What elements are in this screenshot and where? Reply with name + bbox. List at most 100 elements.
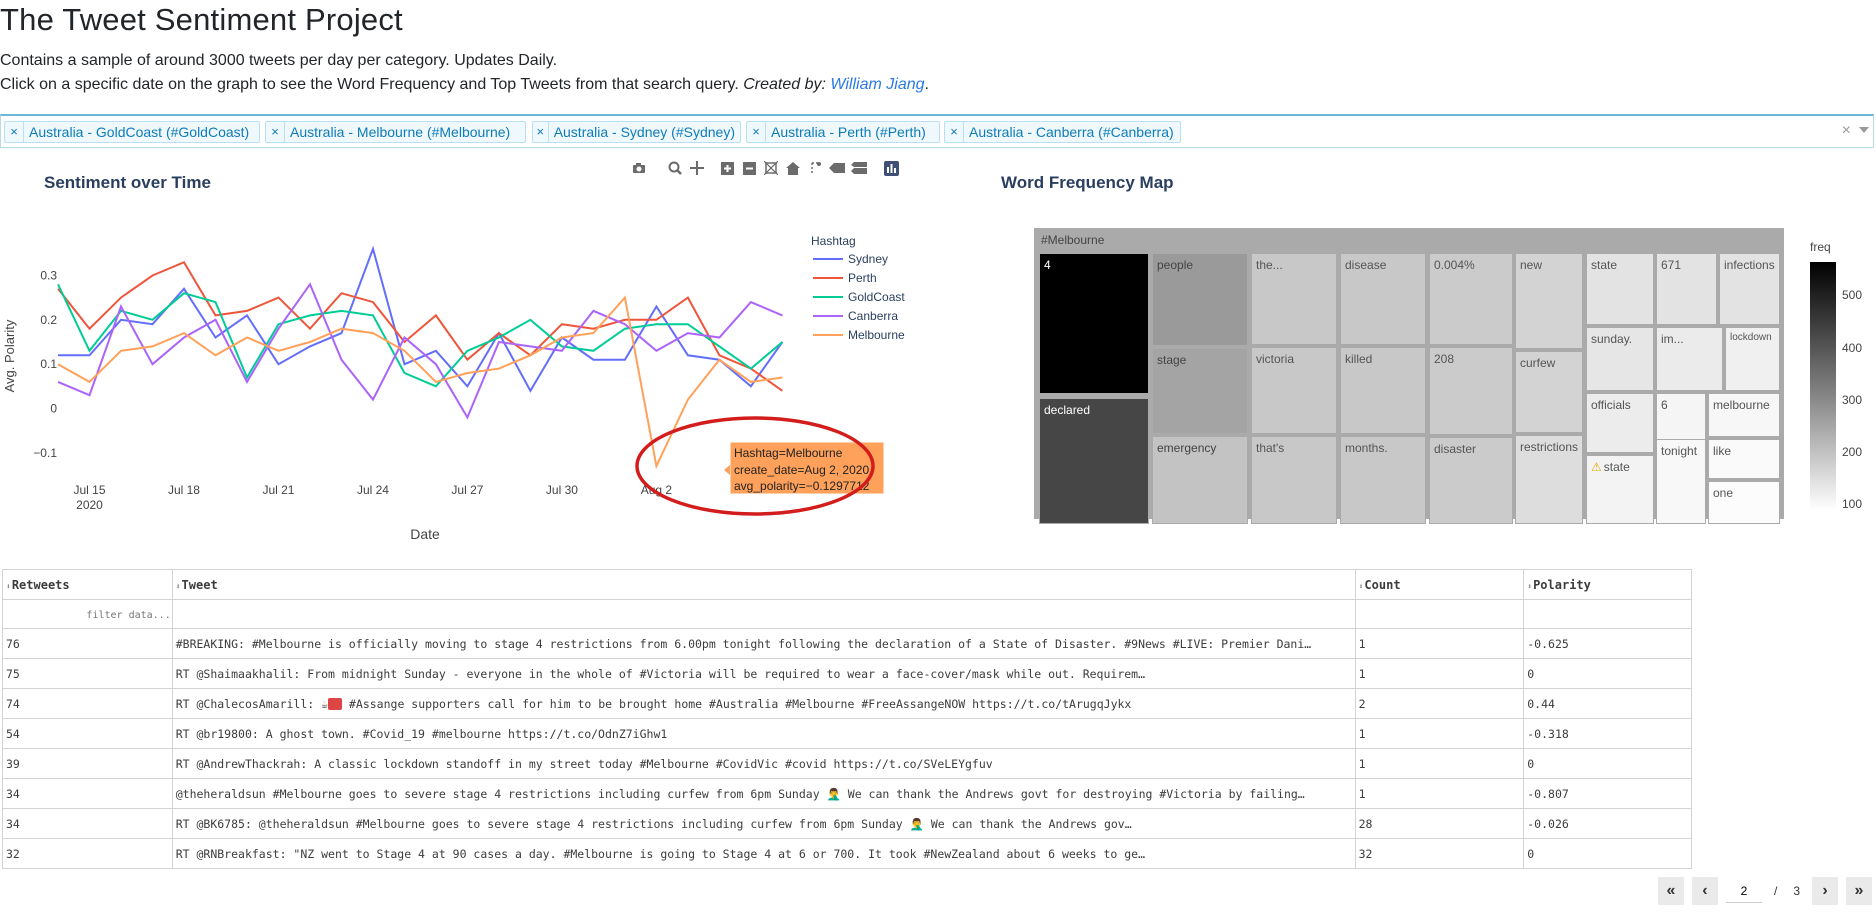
cell-polarity: -0.807 <box>1523 778 1692 809</box>
treemap-tile[interactable]: 4 <box>1039 253 1149 394</box>
sentiment-line-chart[interactable]: Avg. Polarity Date 0.3 0.2 0.1 0 −0.1 Jul 15… <box>0 200 960 620</box>
remove-tag-icon[interactable]: × <box>945 122 964 142</box>
spike-lines-icon[interactable] <box>804 158 826 178</box>
zoom-in-icon[interactable] <box>716 158 738 178</box>
treemap-tile[interactable]: sunday. <box>1586 327 1654 391</box>
header-polarity[interactable]: ⬍Polarity <box>1523 569 1692 600</box>
treemap-tile-label: 208 <box>1434 352 1455 366</box>
series-line-goldcoast[interactable] <box>57 283 784 388</box>
treemap-tile-label: restrictions <box>1520 440 1579 454</box>
series-line-canberra[interactable] <box>57 282 783 420</box>
hashtag-multiselect[interactable]: × Australia - GoldCoast (#GoldCoast) × Aus… <box>0 114 1874 148</box>
treemap-tile[interactable]: victoria <box>1251 347 1337 434</box>
sort-icon[interactable]: ⬍ <box>1359 582 1364 591</box>
treemap-tile-label: the... <box>1256 258 1283 272</box>
treemap-tile-label: disease <box>1345 258 1387 272</box>
dropdown-caret-icon[interactable] <box>1859 127 1869 133</box>
last-page-button[interactable]: » <box>1846 877 1872 905</box>
treemap-tile[interactable]: 208 <box>1429 347 1513 435</box>
table-row[interactable]: 32 RT @RNBreakfast: "NZ went to Stage 4 a… <box>2 838 1692 869</box>
treemap-tile[interactable]: infections <box>1719 253 1780 325</box>
series-line-melbourne[interactable] <box>57 295 783 470</box>
cell-count: 1 <box>1354 748 1525 779</box>
treemap-tile[interactable]: emergency <box>1152 436 1248 524</box>
treemap-tile[interactable]: ⚠ state <box>1586 455 1654 524</box>
sort-icon[interactable]: ⬍ <box>6 582 11 591</box>
treemap-tile-label: stage <box>1157 353 1187 367</box>
treemap-tile[interactable]: 671 <box>1656 253 1717 325</box>
header-count[interactable]: ⬍Count <box>1354 569 1525 600</box>
treemap-tile[interactable]: stage <box>1152 348 1248 434</box>
remove-tag-icon[interactable]: × <box>266 122 285 142</box>
treemap-tile[interactable]: months. <box>1340 436 1426 524</box>
treemap-tile[interactable]: 0.004% <box>1429 253 1513 345</box>
camera-icon[interactable] <box>628 158 650 178</box>
legend-item-goldcoast[interactable]: GoldCoast <box>848 290 905 304</box>
series-line-perth[interactable] <box>57 260 783 392</box>
table-row[interactable]: 74 RT @ChalecosAmarill: ☕ #Assange suppor… <box>2 688 1692 719</box>
remove-tag-icon[interactable]: × <box>533 122 549 142</box>
treemap-tile[interactable]: disaster <box>1429 437 1513 524</box>
filter-retweets-input[interactable] <box>6 608 172 622</box>
treemap-tile-label: 6 <box>1661 398 1668 412</box>
prev-page-button[interactable]: ‹ <box>1691 877 1718 905</box>
treemap-tile[interactable]: killed <box>1340 347 1426 434</box>
home-icon[interactable] <box>782 158 804 178</box>
treemap-tile[interactable]: disease <box>1340 253 1426 345</box>
treemap-tile[interactable]: im... <box>1656 327 1723 391</box>
plotly-logo-icon[interactable] <box>880 158 902 178</box>
page-separator: / <box>1773 884 1778 898</box>
treemap-tile[interactable]: lockdown <box>1725 327 1780 391</box>
first-page-button[interactable]: « <box>1657 877 1684 905</box>
table-row[interactable]: 34 @theheraldsun #Melbourne goes to sever… <box>2 778 1692 809</box>
legend-item-sydney[interactable]: Sydney <box>848 252 888 266</box>
current-page-input[interactable] <box>1725 879 1762 903</box>
header-tweet[interactable]: ⬍Tweet <box>171 569 1356 600</box>
table-row[interactable]: 76 #BREAKING: #Melbourne is officially mo… <box>2 628 1692 659</box>
next-page-button[interactable]: › <box>1812 877 1838 905</box>
treemap-tile[interactable]: like <box>1708 439 1780 479</box>
x-axis-label: Date <box>410 526 440 542</box>
hover-compare-icon[interactable] <box>848 158 870 178</box>
hover-closest-icon[interactable] <box>826 158 848 178</box>
zoom-out-icon[interactable] <box>738 158 760 178</box>
tooltip-line-2: create_date=Aug 2, 2020 <box>734 463 869 477</box>
treemap-tile[interactable]: melbourne <box>1708 393 1780 437</box>
remove-tag-icon[interactable]: × <box>747 122 766 142</box>
table-row[interactable]: 75 RT @Shaimaakhalil: From midnight Sunda… <box>2 658 1692 689</box>
table-row[interactable]: 34 RT @BK6785: @theheraldsun #Melbourne g… <box>2 808 1692 839</box>
legend-item-perth[interactable]: Perth <box>848 271 877 285</box>
author-link[interactable]: William Jiang <box>830 76 924 93</box>
table-header-row: ⬍Retweets ⬍Tweet ⬍Count ⬍Polarity <box>2 569 1692 600</box>
word-frequency-treemap[interactable]: #Melbourne 4 declared people stage emergency… <box>1034 228 1784 524</box>
treemap-tile-label: emergency <box>1157 441 1217 455</box>
table-row[interactable]: 54 RT @br19800: A ghost town. #Covid_19 #… <box>2 718 1692 749</box>
cell-retweets: 34 <box>2 778 173 809</box>
treemap-tile[interactable]: that's <box>1251 436 1337 524</box>
autoscale-icon[interactable] <box>760 158 782 178</box>
treemap-tile[interactable]: tonight <box>1656 439 1706 524</box>
colorbar-tick-label: 300 <box>1842 393 1863 407</box>
treemap-tile[interactable]: restrictions <box>1515 435 1583 524</box>
legend-item-canberra[interactable]: Canberra <box>848 309 898 323</box>
remove-tag-icon[interactable]: × <box>5 122 24 142</box>
table-row[interactable]: 39 RT @AndrewThackrah: A classic lockdown… <box>2 748 1692 779</box>
treemap-tile[interactable]: curfew <box>1515 351 1583 433</box>
treemap-tile[interactable]: the... <box>1251 253 1337 345</box>
cell-tweet: RT @RNBreakfast: "NZ went to Stage 4 at … <box>171 838 1356 869</box>
treemap-tile[interactable]: people <box>1152 253 1248 346</box>
treemap-tile-label: curfew <box>1520 356 1556 370</box>
clear-all-icon[interactable]: × <box>1842 122 1851 140</box>
treemap-tile[interactable]: state <box>1586 253 1654 325</box>
pan-icon[interactable] <box>686 158 708 178</box>
header-retweets[interactable]: ⬍Retweets <box>2 569 173 600</box>
y-axis-label: Avg. Polarity <box>2 319 17 392</box>
legend-item-melbourne[interactable]: Melbourne <box>848 328 905 342</box>
sort-icon[interactable]: ⬍ <box>1527 582 1532 591</box>
treemap-tile[interactable]: declared <box>1039 398 1149 524</box>
treemap-tile[interactable]: new <box>1515 253 1583 349</box>
treemap-tile[interactable]: officials <box>1586 393 1654 453</box>
treemap-tile[interactable]: one <box>1708 481 1780 524</box>
zoom-icon[interactable] <box>664 158 686 178</box>
sort-icon[interactable]: ⬍ <box>176 582 181 591</box>
